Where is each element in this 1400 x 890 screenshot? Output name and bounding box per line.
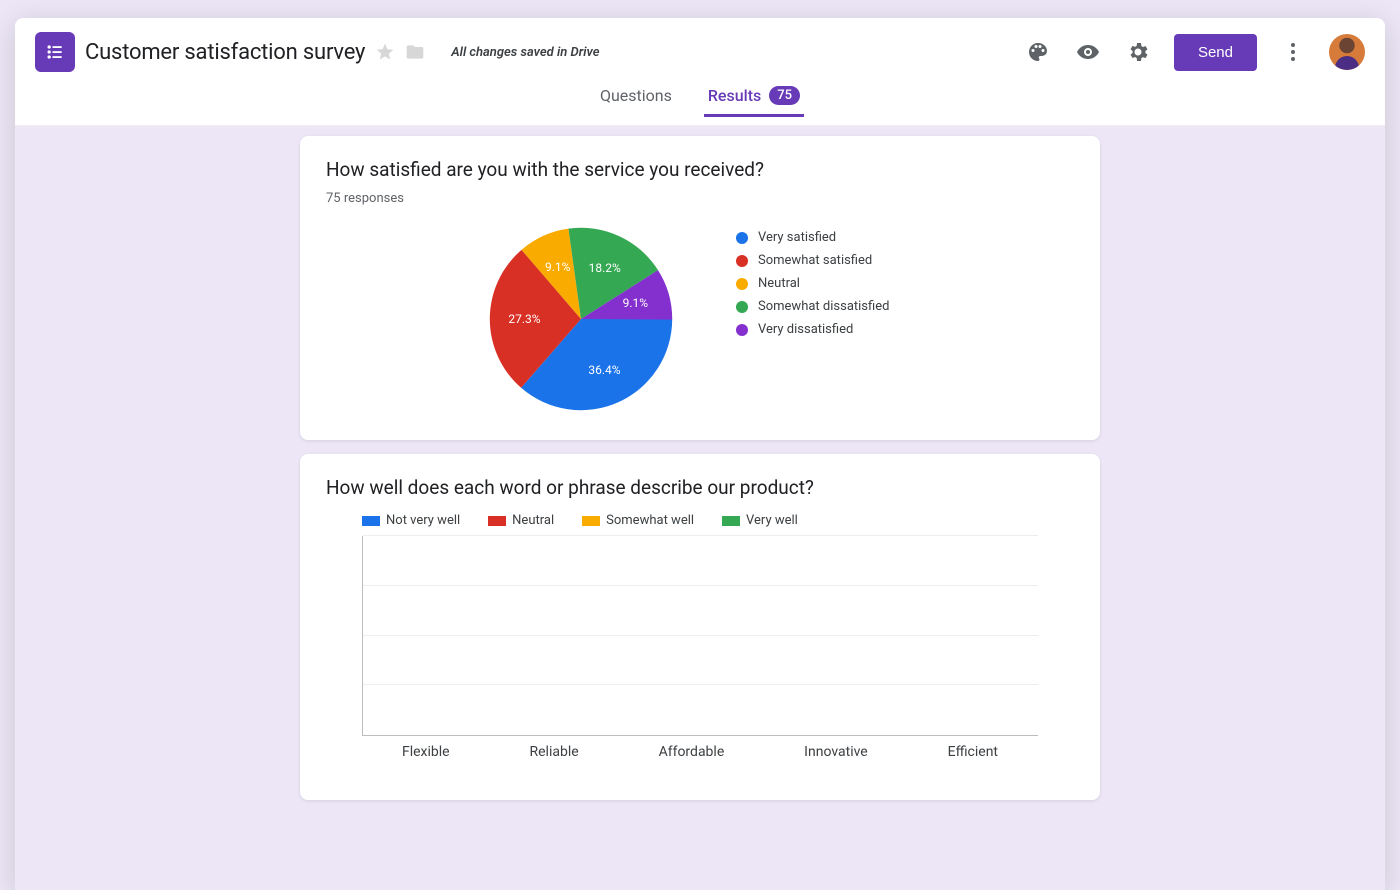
bar-x-axis: Flexible Reliable Affordable Innovative Effi… — [362, 744, 1038, 760]
bar-legend-item: Not very well — [362, 513, 460, 528]
legend-swatch — [736, 278, 748, 290]
star-icon[interactable] — [375, 42, 395, 62]
account-avatar[interactable] — [1329, 34, 1365, 70]
gridline — [363, 635, 1038, 636]
settings-icon[interactable] — [1124, 38, 1152, 66]
legend-label: Very well — [746, 513, 798, 528]
tabs: Questions Results 75 — [15, 78, 1385, 126]
legend-swatch — [582, 516, 600, 526]
legend-item: Very dissatisfied — [736, 322, 889, 337]
legend-swatch — [736, 324, 748, 336]
pie-legend: Very satisfied Somewhat satisfied Neutral S… — [736, 230, 889, 337]
question-card-2: How well does each word or phrase descri… — [300, 454, 1100, 800]
gridline — [363, 585, 1038, 586]
legend-label: Somewhat dissatisfied — [758, 299, 889, 314]
question-1-responses: 75 responses — [326, 191, 1074, 206]
question-2-title: How well does each word or phrase descri… — [326, 476, 1074, 499]
legend-label: Neutral — [512, 513, 554, 528]
legend-label: Somewhat satisfied — [758, 253, 872, 268]
legend-item: Very satisfied — [736, 230, 889, 245]
gridline — [363, 684, 1038, 685]
more-icon[interactable] — [1279, 38, 1307, 66]
tab-results[interactable]: Results 75 — [704, 86, 804, 117]
legend-item: Neutral — [736, 276, 889, 291]
question-1-title: How satisfied are you with the service y… — [326, 158, 1074, 181]
legend-swatch — [722, 516, 740, 526]
results-content: How satisfied are you with the service y… — [15, 126, 1385, 890]
bar-chart — [362, 536, 1038, 736]
legend-label: Very satisfied — [758, 230, 836, 245]
bar-category-label: Affordable — [659, 744, 725, 760]
legend-swatch — [488, 516, 506, 526]
forms-app-icon[interactable] — [35, 32, 75, 72]
form-title[interactable]: Customer satisfaction survey — [85, 40, 365, 65]
bar-legend: Not very well Neutral Somewhat well Very we… — [362, 513, 1074, 528]
folder-icon[interactable] — [405, 42, 425, 62]
legend-label: Neutral — [758, 276, 800, 291]
tab-questions-label: Questions — [600, 86, 672, 105]
theme-icon[interactable] — [1024, 38, 1052, 66]
legend-swatch — [736, 255, 748, 267]
preview-icon[interactable] — [1074, 38, 1102, 66]
bar-legend-item: Somewhat well — [582, 513, 694, 528]
legend-swatch — [736, 301, 748, 313]
legend-item: Somewhat satisfied — [736, 253, 889, 268]
bar-category-label: Efficient — [948, 744, 998, 760]
tab-results-label: Results — [708, 86, 761, 105]
bar-category-label: Reliable — [529, 744, 578, 760]
question-card-1: How satisfied are you with the service y… — [300, 136, 1100, 440]
app-window: Customer satisfaction survey All changes… — [15, 18, 1385, 890]
legend-label: Not very well — [386, 513, 460, 528]
bar-legend-item: Neutral — [488, 513, 554, 528]
header: Customer satisfaction survey All changes… — [15, 18, 1385, 78]
send-button[interactable]: Send — [1174, 34, 1257, 71]
legend-swatch — [362, 516, 380, 526]
bar-category-label: Innovative — [804, 744, 868, 760]
pie-chart: 36.4%27.3%9.1%18.2%9.1% — [486, 224, 676, 414]
legend-label: Somewhat well — [606, 513, 694, 528]
save-status: All changes saved in Drive — [451, 45, 599, 60]
tab-questions[interactable]: Questions — [596, 86, 676, 117]
bar-category-label: Flexible — [402, 744, 450, 760]
gridline — [363, 535, 1038, 536]
legend-swatch — [736, 232, 748, 244]
bar-legend-item: Very well — [722, 513, 798, 528]
legend-item: Somewhat dissatisfied — [736, 299, 889, 314]
legend-label: Very dissatisfied — [758, 322, 853, 337]
results-count-badge: 75 — [769, 86, 800, 105]
